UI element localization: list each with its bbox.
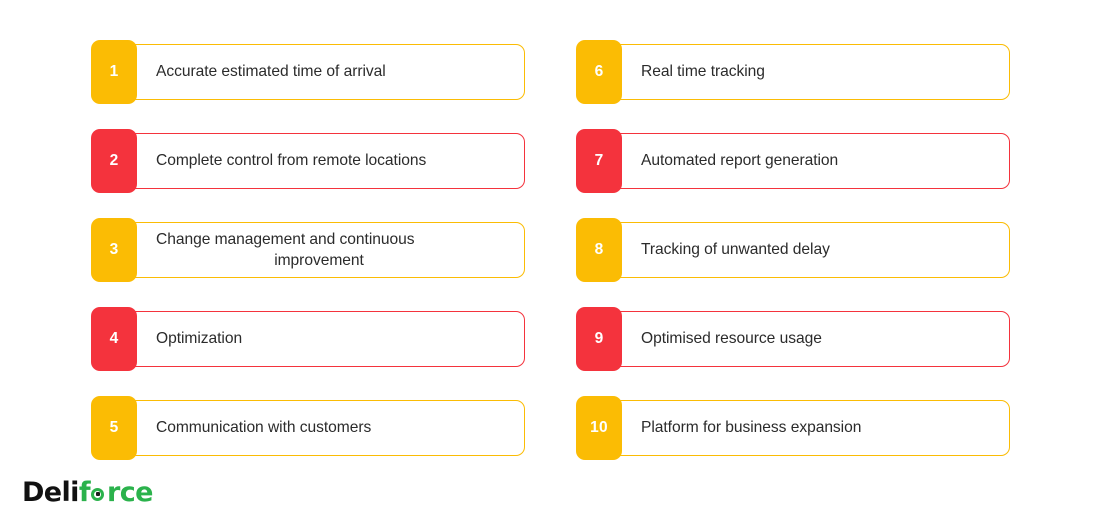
feature-number-badge: 5 — [91, 396, 137, 460]
right-column: 6 Real time tracking 7 Automated report gen… — [576, 40, 1010, 460]
feature-item-5[interactable]: 5 Communication with customers — [91, 396, 525, 460]
logo-wordmark: Deli f rce — [22, 479, 153, 506]
feature-number-badge: 7 — [576, 129, 622, 193]
feature-label-line-1: Change management and continuous — [156, 231, 415, 248]
feature-item-7[interactable]: 7 Automated report generation — [576, 129, 1010, 193]
feature-number-badge: 3 — [91, 218, 137, 282]
feature-item-2[interactable]: 2 Complete control from remote locations — [91, 129, 525, 193]
deliforce-logo: Deli f rce — [22, 476, 153, 508]
feature-number-badge: 9 — [576, 307, 622, 371]
feature-number-badge: 2 — [91, 129, 137, 193]
feature-item-3[interactable]: 3 Change management and continuous improve… — [91, 218, 525, 282]
feature-label: Optimised resource usage — [641, 329, 822, 347]
logo-text-force: f rce — [78, 476, 154, 508]
feature-item-10[interactable]: 10 Platform for business expansion — [576, 396, 1010, 460]
feature-label: Platform for business expansion — [641, 418, 862, 436]
feature-label: Communication with customers — [156, 418, 372, 436]
feature-list-board: 1 Accurate estimated time of arrival 2 Comp… — [0, 0, 1118, 519]
logo-text-deli: Deli — [22, 476, 79, 508]
feature-number-badge: 10 — [576, 396, 622, 460]
logo-text-rce: rce — [107, 476, 153, 508]
feature-item-8[interactable]: 8 Tracking of unwanted delay — [576, 218, 1010, 282]
feature-label: Tracking of unwanted delay — [641, 240, 830, 258]
feature-columns: 1 Accurate estimated time of arrival 2 Comp… — [91, 40, 1011, 460]
feature-item-9[interactable]: 9 Optimised resource usage — [576, 307, 1010, 371]
feature-item-1[interactable]: 1 Accurate estimated time of arrival — [91, 40, 525, 104]
feature-label-line-2: improvement — [274, 251, 364, 269]
feature-label: Real time tracking — [641, 62, 765, 80]
feature-item-4[interactable]: 4 Optimization — [91, 307, 525, 371]
logo-o-pin-dot — [95, 491, 100, 497]
feature-label: Accurate estimated time of arrival — [156, 62, 386, 80]
feature-label: Optimization — [156, 329, 243, 347]
feature-label: Change management and continuous improvem… — [137, 223, 524, 277]
feature-number-badge: 1 — [91, 40, 137, 104]
logo-letter-f: f — [78, 476, 91, 508]
feature-label: Automated report generation — [641, 151, 839, 169]
feature-label: Complete control from remote locations — [156, 151, 427, 169]
feature-number-badge: 8 — [576, 218, 622, 282]
left-column: 1 Accurate estimated time of arrival 2 Comp… — [91, 40, 525, 460]
feature-number-badge: 6 — [576, 40, 622, 104]
location-pin-icon — [90, 482, 107, 501]
feature-item-6[interactable]: 6 Real time tracking — [576, 40, 1010, 104]
feature-number-badge: 4 — [91, 307, 137, 371]
